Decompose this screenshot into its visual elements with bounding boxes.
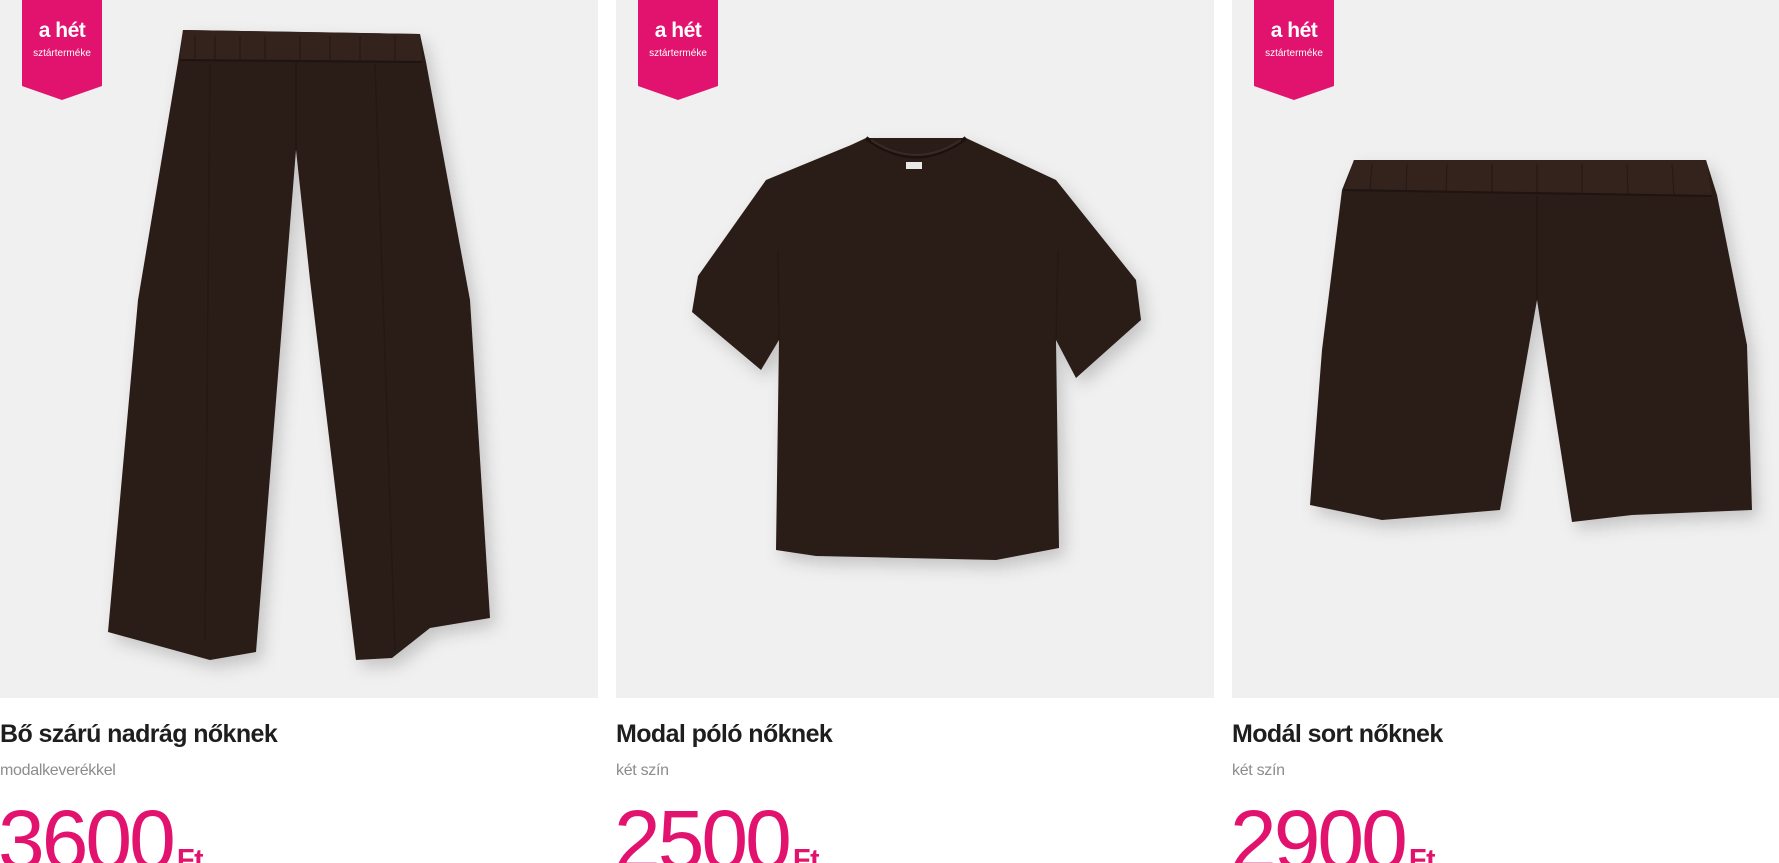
price-amount: 3600 [0,793,176,863]
product-title[interactable]: Modál sort nőknek [1232,720,1779,749]
product-price: 3600 Ft [0,790,203,863]
badge-subtitle: sztárterméke [649,48,707,59]
product-card[interactable]: a hét sztárterméke Modal póló nőknek két… [614,0,1214,863]
product-image[interactable]: a hét sztárterméke [616,0,1214,698]
product-image[interactable]: a hét sztárterméke [1232,0,1779,698]
badge-subtitle: sztárterméke [33,48,91,59]
product-card[interactable]: a hét sztárterméke Modál sort nőknek két… [1230,0,1779,863]
weekly-star-badge: a hét sztárterméke [22,0,102,100]
product-price: 2900 Ft [1230,790,1435,863]
tshirt-image [692,136,1141,560]
badge-subtitle: sztárterméke [1265,48,1323,59]
product-grid: a hét sztárterméke Bő szárú nadrág nőkne… [0,0,1779,863]
weekly-star-badge: a hét sztárterméke [638,0,718,100]
price-amount: 2900 [1230,793,1408,863]
price-amount: 2500 [614,793,792,863]
product-subtitle: két szín [1232,762,1285,779]
wide-leg-pants-image [108,30,490,660]
product-price: 2500 Ft [614,790,819,863]
product-subtitle: modalkeverékkel [0,762,116,779]
price-currency: Ft [1408,844,1436,863]
badge-title: a hét [654,19,702,42]
price-currency: Ft [792,844,820,863]
product-image[interactable]: a hét sztárterméke [0,0,598,698]
badge-title: a hét [38,19,86,42]
badge-title: a hét [1270,19,1318,42]
product-card[interactable]: a hét sztárterméke Bő szárú nadrág nőkne… [0,0,598,863]
shorts-image [1310,160,1752,522]
product-title[interactable]: Bő szárú nadrág nőknek [0,720,598,749]
weekly-star-badge: a hét sztárterméke [1254,0,1334,100]
price-currency: Ft [176,844,204,863]
product-subtitle: két szín [616,762,669,779]
product-title[interactable]: Modal póló nőknek [616,720,1214,749]
